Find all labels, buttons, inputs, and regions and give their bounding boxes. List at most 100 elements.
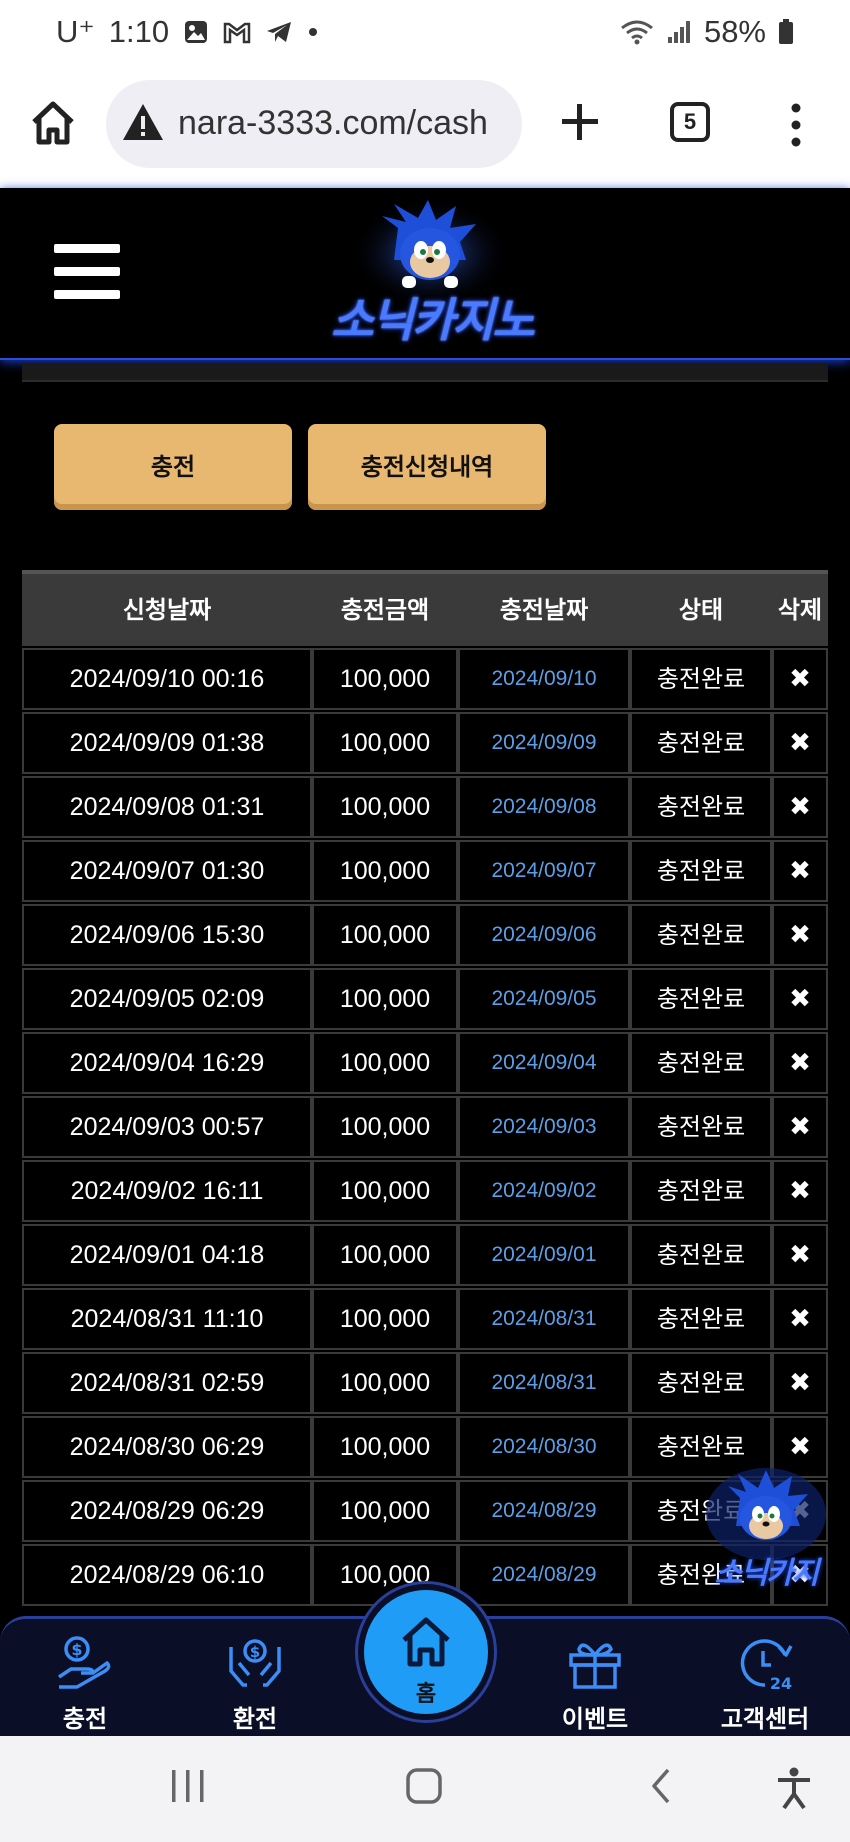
cell-request-date: 2024/08/29 06:10 — [22, 1544, 312, 1606]
nav-support[interactable]: 24 고객센터 — [700, 1619, 830, 1739]
cell-request-date: 2024/09/07 01:30 — [22, 840, 312, 902]
cell-request-date: 2024/08/29 06:29 — [22, 1480, 312, 1542]
cell-charge-date: 2024/09/10 — [458, 648, 630, 710]
support-24h-icon: 24 — [740, 1639, 793, 1693]
cell-amount: 100,000 — [312, 776, 458, 838]
home-nav-icon[interactable] — [404, 1766, 444, 1810]
gift-icon — [569, 1643, 621, 1689]
delete-icon[interactable]: ✖ — [772, 1096, 828, 1158]
cell-charge-date: 2024/09/08 — [458, 776, 630, 838]
cell-amount: 100,000 — [312, 1416, 458, 1478]
cell-amount: 100,000 — [312, 1352, 458, 1414]
cell-charge-date: 2024/09/06 — [458, 904, 630, 966]
header-charge-date: 충전날짜 — [499, 596, 589, 624]
delete-icon[interactable]: ✖ — [772, 1352, 828, 1414]
charge-money-icon: $ — [58, 1636, 111, 1689]
hamburger-menu-icon[interactable] — [54, 244, 122, 300]
new-tab-icon[interactable] — [556, 98, 604, 146]
cell-request-date: 2024/09/01 04:18 — [22, 1224, 312, 1286]
table-row: 2024/09/04 16:29 100,000 2024/09/04 충전완료… — [22, 1030, 828, 1094]
battery-icon — [778, 19, 794, 45]
home-icon[interactable] — [28, 98, 78, 148]
home-icon — [402, 1617, 450, 1667]
status-bar: U⁺ 1:10 58% — [0, 0, 850, 64]
accessibility-icon[interactable] — [774, 1766, 814, 1814]
cell-amount: 100,000 — [312, 904, 458, 966]
table-row: 2024/09/08 01:31 100,000 2024/09/08 충전완료… — [22, 774, 828, 838]
cell-charge-date: 2024/09/04 — [458, 1032, 630, 1094]
cell-request-date: 2024/09/04 16:29 — [22, 1032, 312, 1094]
logo-text: 소닉카지노 — [331, 293, 535, 347]
url-text[interactable]: nara-3333.com/cash — [178, 104, 488, 143]
cell-charge-date: 2024/09/05 — [458, 968, 630, 1030]
notification-dot-icon — [307, 26, 319, 38]
carrier-label: U⁺ — [56, 14, 95, 49]
cell-amount: 100,000 — [312, 1224, 458, 1286]
cell-charge-date: 2024/09/01 — [458, 1224, 630, 1286]
svg-text:$: $ — [250, 1643, 260, 1661]
nav-charge[interactable]: $ 충전 — [20, 1619, 150, 1739]
delete-icon[interactable]: ✖ — [772, 712, 828, 774]
table-row: 2024/09/02 16:11 100,000 2024/09/02 충전완료… — [22, 1158, 828, 1222]
nav-home-button[interactable]: 홈 — [358, 1584, 494, 1720]
cell-status: 충전완료 — [630, 712, 772, 774]
url-bar[interactable]: nara-3333.com/cash — [106, 80, 522, 168]
table-row: 2024/09/07 01:30 100,000 2024/09/07 충전완료… — [22, 838, 828, 902]
signal-icon — [666, 19, 692, 45]
warning-icon[interactable] — [120, 100, 166, 146]
delete-icon[interactable]: ✖ — [772, 776, 828, 838]
delete-icon[interactable]: ✖ — [772, 1288, 828, 1350]
cell-request-date: 2024/09/05 02:09 — [22, 968, 312, 1030]
cell-request-date: 2024/09/03 00:57 — [22, 1096, 312, 1158]
cell-status: 충전완료 — [630, 1352, 772, 1414]
cell-status: 충전완료 — [630, 776, 772, 838]
cell-charge-date: 2024/08/29 — [458, 1480, 630, 1542]
cell-amount: 100,000 — [312, 712, 458, 774]
cell-request-date: 2024/09/08 01:31 — [22, 776, 312, 838]
tab-switcher-button[interactable]: 5 — [670, 102, 710, 142]
site-header: 소닉카지노 — [0, 188, 850, 360]
cell-status: 충전완료 — [630, 840, 772, 902]
table-header: 신청날짜 충전금액 충전날짜 상태 삭제 — [22, 570, 828, 646]
nav-charge-label: 충전 — [62, 1705, 108, 1733]
delete-icon[interactable]: ✖ — [772, 968, 828, 1030]
cell-charge-date: 2024/08/30 — [458, 1416, 630, 1478]
cell-charge-date: 2024/08/31 — [458, 1352, 630, 1414]
wifi-icon — [620, 19, 654, 45]
table-row: 2024/09/10 00:16 100,000 2024/09/10 충전완료… — [22, 646, 828, 710]
delete-icon[interactable]: ✖ — [772, 904, 828, 966]
more-menu-icon[interactable] — [784, 100, 808, 150]
table-row: 2024/08/31 11:10 100,000 2024/08/31 충전완료… — [22, 1286, 828, 1350]
delete-icon[interactable]: ✖ — [772, 1224, 828, 1286]
header-status: 상태 — [678, 596, 724, 624]
delete-icon[interactable]: ✖ — [772, 1160, 828, 1222]
cell-status: 충전완료 — [630, 1160, 772, 1222]
delete-icon[interactable]: ✖ — [772, 648, 828, 710]
charge-history-button[interactable]: 충전신청내역 — [308, 424, 546, 510]
header-delete: 삭제 — [777, 596, 823, 624]
cell-charge-date: 2024/08/29 — [458, 1544, 630, 1606]
cell-request-date: 2024/08/30 06:29 — [22, 1416, 312, 1478]
system-navigation-bar — [0, 1736, 850, 1842]
nav-exchange[interactable]: $ 환전 — [190, 1619, 320, 1739]
cell-status: 충전완료 — [630, 904, 772, 966]
table-row: 2024/09/09 01:38 100,000 2024/09/09 충전완료… — [22, 710, 828, 774]
delete-icon[interactable]: ✖ — [772, 1032, 828, 1094]
floating-mascot-badge[interactable]: 소닉카지 — [700, 1464, 832, 1592]
delete-icon[interactable]: ✖ — [772, 840, 828, 902]
cell-status: 충전완료 — [630, 1032, 772, 1094]
site-logo[interactable]: 소닉카지노 — [290, 198, 570, 348]
nav-event[interactable]: 이벤트 — [530, 1619, 660, 1739]
table-row: 2024/09/06 15:30 100,000 2024/09/06 충전완료… — [22, 902, 828, 966]
cell-status: 충전완료 — [630, 1096, 772, 1158]
cell-request-date: 2024/08/31 11:10 — [22, 1288, 312, 1350]
back-icon[interactable] — [646, 1766, 676, 1810]
cell-amount: 100,000 — [312, 968, 458, 1030]
cell-charge-date: 2024/09/07 — [458, 840, 630, 902]
charge-button[interactable]: 충전 — [54, 424, 292, 510]
cell-status: 충전완료 — [630, 1224, 772, 1286]
cell-request-date: 2024/08/31 02:59 — [22, 1352, 312, 1414]
gallery-icon — [183, 19, 209, 45]
cell-charge-date: 2024/09/09 — [458, 712, 630, 774]
recent-apps-icon[interactable] — [168, 1766, 208, 1810]
